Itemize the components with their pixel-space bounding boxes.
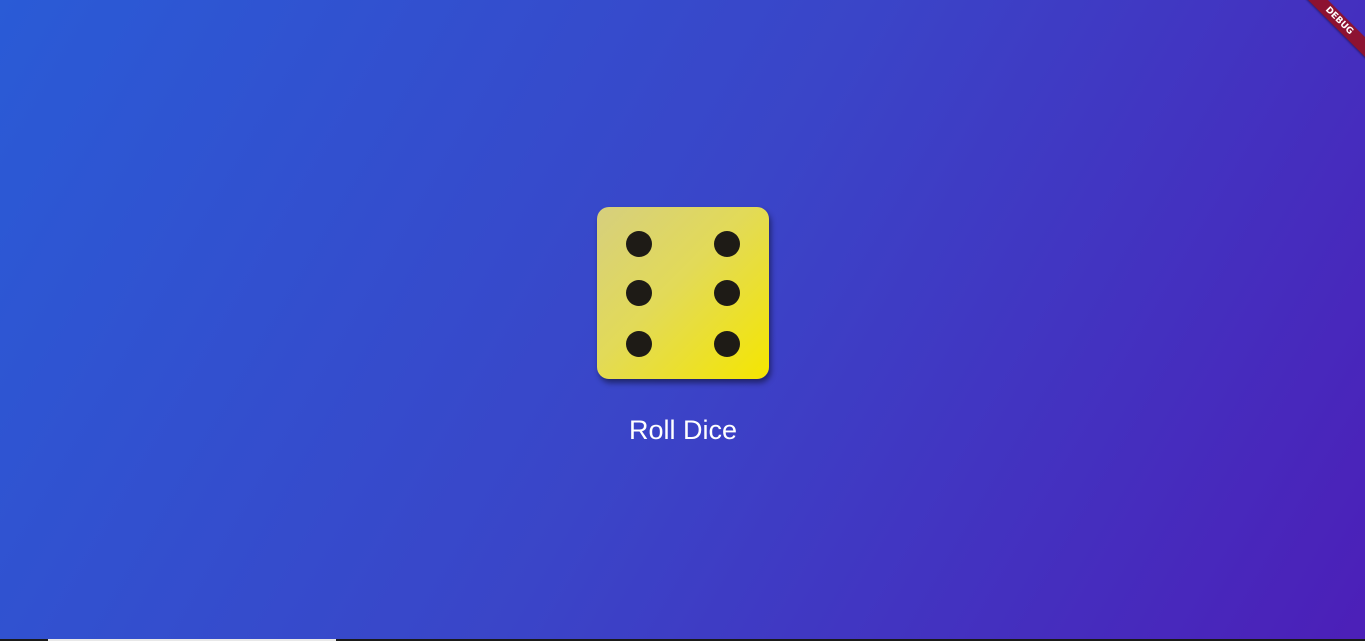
dice-pip-middle-left	[626, 280, 652, 306]
app-background: Roll Dice DEBUG	[0, 0, 1365, 641]
roll-dice-button[interactable]: Roll Dice	[600, 410, 766, 450]
dice-pip-middle-right	[714, 280, 740, 306]
dice-pip-bottom-right	[714, 331, 740, 357]
dice-pip-top-left	[626, 231, 652, 257]
debug-banner: DEBUG	[1305, 0, 1365, 60]
dice-image	[597, 207, 769, 379]
dice-pip-bottom-left	[626, 331, 652, 357]
dice-pip-top-right	[714, 231, 740, 257]
debug-banner-label: DEBUG	[1305, 0, 1365, 60]
